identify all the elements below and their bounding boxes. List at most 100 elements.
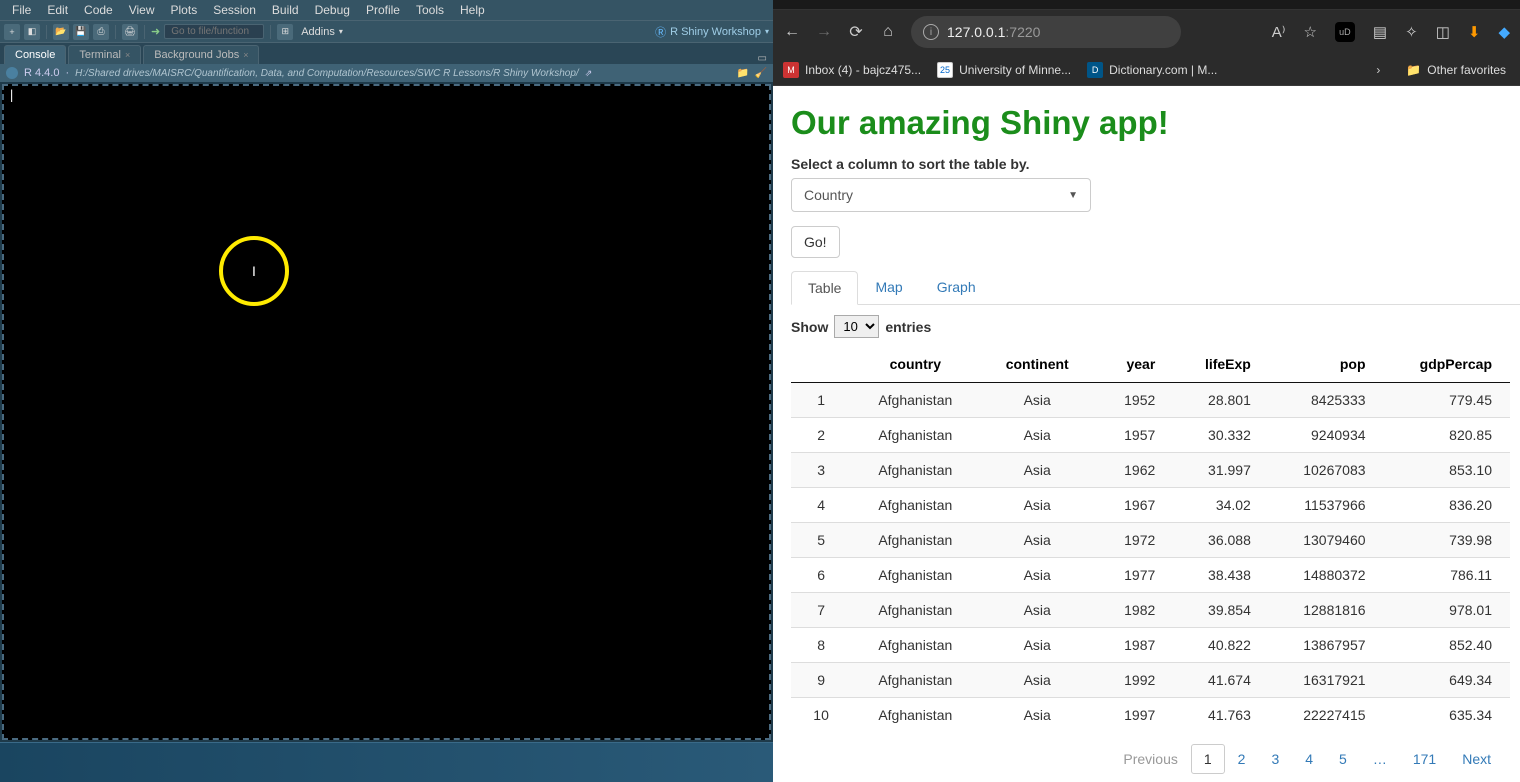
table-cell: 1997 (1095, 698, 1173, 733)
table-cell: 34.02 (1173, 488, 1269, 523)
menu-plots[interactable]: Plots (163, 3, 206, 17)
sort-select[interactable]: Country ▼ (791, 178, 1091, 212)
table-cell: 40.822 (1173, 628, 1269, 663)
page-171[interactable]: 171 (1400, 744, 1449, 774)
extensions-icon[interactable]: ✧ (1405, 23, 1418, 41)
forward-icon: → (815, 23, 833, 41)
working-directory[interactable]: H:/Shared drives/MAISRC/Quantification, … (75, 68, 579, 79)
save-all-icon[interactable]: ⎙ (93, 24, 109, 40)
site-info-icon[interactable]: i (923, 24, 939, 40)
addins-menu[interactable]: Addins ▾ (297, 26, 347, 38)
clear-console-icon[interactable]: 🧹 (755, 67, 767, 79)
downloads-icon[interactable]: ⬇ (1468, 23, 1481, 41)
address-bar[interactable]: i 127.0.0.1:7220 (911, 16, 1181, 48)
table-cell: 978.01 (1384, 593, 1510, 628)
close-icon[interactable]: × (243, 50, 248, 60)
reading-list-icon[interactable]: ▤ (1373, 23, 1387, 41)
new-project-icon[interactable]: ◧ (24, 24, 40, 40)
table-row: 3AfghanistanAsia196231.99710267083853.10 (791, 453, 1510, 488)
table-cell: 1992 (1095, 663, 1173, 698)
table-cell: Asia (979, 593, 1095, 628)
folder-icon: 📁 (1406, 63, 1421, 77)
back-icon[interactable]: ← (783, 23, 801, 41)
table-cell: 1952 (1095, 383, 1173, 418)
home-icon[interactable]: ⌂ (879, 23, 897, 41)
browser-window: ← → ⟳ ⌂ i 127.0.0.1:7220 A⁾ ☆ uD ▤ ✧ ◫ ⬇… (773, 0, 1520, 782)
tab-terminal[interactable]: Terminal× (68, 45, 141, 64)
console-body[interactable]: | I (2, 84, 771, 740)
go-to-file-input[interactable] (164, 24, 264, 39)
refresh-icon[interactable]: ⟳ (847, 23, 865, 41)
r-icon (6, 67, 18, 79)
page-previous[interactable]: Previous (1110, 744, 1190, 774)
grid-icon[interactable]: ⊞ (277, 24, 293, 40)
tab-console[interactable]: Console (4, 45, 66, 64)
read-aloud-icon[interactable]: A⁾ (1272, 23, 1286, 41)
other-favorites[interactable]: 📁Other favorites (1406, 63, 1506, 77)
table-cell: Asia (979, 488, 1095, 523)
open-file-icon[interactable]: 📂 (53, 24, 69, 40)
folder-icon[interactable]: 📁 (737, 67, 749, 79)
ublock-icon[interactable]: uD (1335, 22, 1355, 42)
bookmark-overflow-icon[interactable]: › (1376, 63, 1380, 77)
menu-profile[interactable]: Profile (358, 3, 408, 17)
pagination: Previous 12345…171 Next (791, 732, 1520, 782)
project-dropdown[interactable]: Ⓡ R Shiny Workshop ▾ (655, 24, 769, 40)
go-button[interactable]: Go! (791, 226, 840, 258)
menu-edit[interactable]: Edit (39, 3, 76, 17)
copilot-icon[interactable]: ◆ (1498, 23, 1510, 41)
chevron-down-icon: ▾ (765, 27, 769, 36)
table-cell: 7 (791, 593, 851, 628)
col-year[interactable]: year (1095, 346, 1173, 383)
menu-session[interactable]: Session (205, 3, 264, 17)
page-2[interactable]: 2 (1225, 744, 1259, 774)
menu-debug[interactable]: Debug (307, 3, 358, 17)
menu-code[interactable]: Code (76, 3, 121, 17)
page-3[interactable]: 3 (1258, 744, 1292, 774)
bookmark-inbox[interactable]: MInbox (4) - bajcz475... (783, 62, 921, 78)
page-5[interactable]: 5 (1326, 744, 1360, 774)
table-cell: Afghanistan (851, 698, 979, 733)
bookmarks-bar: MInbox (4) - bajcz475... 25University of… (773, 54, 1520, 86)
tab-map[interactable]: Map (858, 270, 919, 304)
col-gdpPercap[interactable]: gdpPercap (1384, 346, 1510, 383)
arrow-icon[interactable]: ⇗ (585, 68, 593, 79)
col-pop[interactable]: pop (1269, 346, 1384, 383)
table-cell: Afghanistan (851, 523, 979, 558)
split-screen-icon[interactable]: ◫ (1436, 23, 1450, 41)
col-index[interactable] (791, 346, 851, 383)
table-cell: 820.85 (1384, 418, 1510, 453)
table-cell: Asia (979, 628, 1095, 663)
menu-tools[interactable]: Tools (408, 3, 452, 17)
table-cell: Afghanistan (851, 418, 979, 453)
tab-background-jobs[interactable]: Background Jobs× (143, 45, 259, 64)
table-cell: 14880372 (1269, 558, 1384, 593)
table-cell: 1987 (1095, 628, 1173, 663)
menu-build[interactable]: Build (264, 3, 307, 17)
tab-table[interactable]: Table (791, 271, 858, 305)
menu-view[interactable]: View (121, 3, 163, 17)
close-icon[interactable]: × (125, 50, 130, 60)
tab-graph[interactable]: Graph (920, 270, 993, 304)
minimize-pane-icon[interactable]: ▭ (758, 53, 767, 64)
page-4[interactable]: 4 (1292, 744, 1326, 774)
new-file-icon[interactable]: + (4, 24, 20, 40)
entries-select[interactable]: 10 (834, 315, 879, 338)
page-…[interactable]: … (1360, 744, 1400, 774)
page-next[interactable]: Next (1449, 744, 1504, 774)
print-icon[interactable]: 🖨 (122, 24, 138, 40)
col-country[interactable]: country (851, 346, 979, 383)
bookmark-umn[interactable]: 25University of Minne... (937, 62, 1071, 78)
table-row: 5AfghanistanAsia197236.08813079460739.98 (791, 523, 1510, 558)
menu-file[interactable]: File (4, 3, 39, 17)
sort-label: Select a column to sort the table by. (791, 156, 1520, 172)
console-pane-tabs: Console Terminal× Background Jobs× ▭ (0, 42, 773, 64)
table-cell: 786.11 (1384, 558, 1510, 593)
bookmark-dictionary[interactable]: DDictionary.com | M... (1087, 62, 1217, 78)
col-lifeExp[interactable]: lifeExp (1173, 346, 1269, 383)
favorite-icon[interactable]: ☆ (1303, 23, 1316, 41)
page-1[interactable]: 1 (1191, 744, 1225, 774)
menu-help[interactable]: Help (452, 3, 493, 17)
save-icon[interactable]: 💾 (73, 24, 89, 40)
col-continent[interactable]: continent (979, 346, 1095, 383)
